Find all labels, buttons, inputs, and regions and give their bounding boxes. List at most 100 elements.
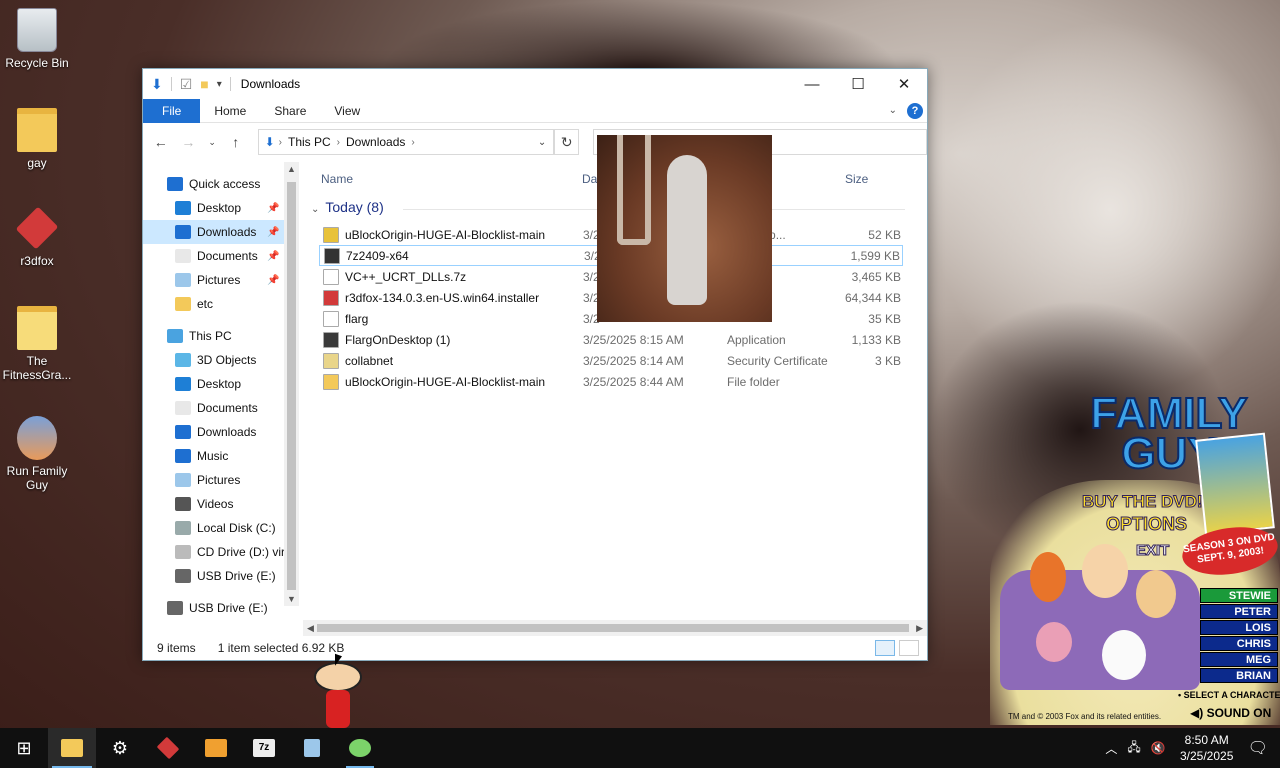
tab-share[interactable]: Share — [260, 99, 320, 123]
forward-button[interactable]: → — [181, 134, 197, 150]
nav-item[interactable]: Music — [143, 444, 299, 468]
desktop-icon-fitnessgram[interactable]: The FitnessGra... — [0, 306, 74, 382]
desktop-icon-gay-folder[interactable]: gay — [0, 108, 74, 170]
help-icon[interactable]: ? — [907, 102, 923, 119]
file-row[interactable]: collabnet 3/25/2025 8:14 AM Security Certi… — [319, 350, 903, 371]
nav-item-label: This PC — [189, 329, 232, 343]
nav-item[interactable]: Desktop — [143, 372, 299, 396]
nav-item[interactable]: Quick access — [143, 172, 299, 196]
nav-item[interactable]: Local Disk (C:) — [143, 516, 299, 540]
nav-item-label: Local Disk (C:) — [197, 521, 276, 535]
nav-item[interactable]: Pictures 📌 — [143, 268, 299, 292]
nav-item[interactable]: USB Drive (E:) — [143, 564, 299, 588]
file-name: VC++_UCRT_DLLs.7z — [345, 269, 467, 284]
nav-item-label: Desktop — [197, 377, 242, 391]
file-icon — [323, 310, 339, 327]
options-button[interactable]: OPTIONS — [1105, 514, 1187, 535]
character-meg-button[interactable]: MEG — [1200, 652, 1278, 667]
taskbar-7zip[interactable]: 7z — [240, 728, 288, 768]
refresh-button[interactable]: ↻ — [554, 129, 580, 155]
close-button[interactable]: ✕ — [881, 69, 927, 99]
nav-item-label: Pictures — [197, 273, 241, 287]
nav-item[interactable]: Videos — [143, 492, 299, 516]
breadcrumb-downloads[interactable]: Downloads — [340, 135, 411, 149]
nav-item[interactable]: Documents — [143, 396, 299, 420]
scroll-down-icon[interactable]: ▼ — [284, 594, 299, 604]
start-button[interactable]: ⊞ — [0, 728, 48, 768]
buy-dvd-button[interactable]: BUY THE DVD! — [1082, 492, 1204, 512]
column-header-size[interactable]: Size — [845, 168, 868, 190]
nav-item-label: Music — [197, 449, 229, 463]
recent-locations-icon[interactable]: ⌄ — [208, 137, 216, 148]
taskbar: ⊞ ⚙ 7z ︿ 🖧 🔇 8:50 AM 3/25/2025 🗨 — [0, 728, 1280, 768]
nav-item[interactable]: USB Drive (E:) — [143, 596, 299, 620]
file-name: r3dfox-134.0.3.en-US.win64.installer — [345, 290, 540, 305]
nav-item[interactable]: CD Drive (D:) virt — [143, 540, 299, 564]
scroll-up-icon[interactable]: ▲ — [284, 164, 299, 174]
new-folder-icon[interactable]: ■ — [200, 76, 208, 92]
character-stewie-button[interactable]: STEWIE — [1200, 588, 1278, 603]
nav-item[interactable]: Pictures — [143, 468, 299, 492]
desktop-icon-run-family-guy[interactable]: Run Family Guy — [0, 416, 74, 492]
file-name: collabnet — [345, 353, 394, 368]
breadcrumb-this-pc[interactable]: This PC — [282, 135, 337, 149]
tab-home[interactable]: Home — [200, 99, 260, 123]
file-row[interactable]: FlargOnDesktop (1) 3/25/2025 8:15 AM Appli… — [319, 329, 903, 350]
sound-toggle[interactable]: ◀) SOUND ON — [1190, 706, 1271, 720]
scrollbar-thumb[interactable] — [317, 624, 909, 632]
taskbar-r3dfox[interactable] — [144, 728, 192, 768]
nav-item[interactable]: Downloads 📌 — [143, 220, 299, 244]
item-count: 9 items — [157, 641, 196, 655]
address-dropdown-icon[interactable]: ⌄ — [531, 137, 553, 148]
clock[interactable]: 8:50 AM 3/25/2025 — [1176, 732, 1238, 764]
desktop-icon-recycle-bin[interactable]: Recycle Bin — [0, 8, 74, 70]
download-icon — [175, 425, 191, 439]
details-view-button[interactable] — [875, 640, 895, 656]
notifications-icon[interactable]: 🗨 — [1248, 738, 1268, 758]
character-peter-button[interactable]: PETER — [1200, 604, 1278, 619]
taskbar-notepad[interactable] — [288, 728, 336, 768]
file-row[interactable]: uBlockOrigin-HUGE-AI-Blocklist-main 3/25/… — [319, 371, 903, 392]
character-brian-button[interactable]: BRIAN — [1200, 668, 1278, 683]
column-header-name[interactable]: Name — [321, 168, 353, 190]
meg-image — [1036, 622, 1072, 662]
group-header[interactable]: ⌄ Today (8) — [311, 199, 384, 215]
expand-ribbon-icon[interactable]: ⌄ — [889, 105, 897, 116]
nav-item[interactable]: Downloads — [143, 420, 299, 444]
character-lois-button[interactable]: LOIS — [1200, 620, 1278, 635]
nav-item[interactable]: etc — [143, 292, 299, 316]
properties-icon[interactable]: ☑ — [180, 76, 193, 93]
taskbar-family-guy[interactable] — [336, 728, 384, 768]
large-icons-view-button[interactable] — [899, 640, 919, 656]
taskbar-settings[interactable]: ⚙ — [96, 728, 144, 768]
nav-item[interactable]: Documents 📌 — [143, 244, 299, 268]
exit-button[interactable]: EXIT — [1135, 542, 1169, 560]
desktop-icon-r3dfox[interactable]: r3dfox — [0, 206, 74, 268]
character-chris-button[interactable]: CHRIS — [1200, 636, 1278, 651]
address-bar[interactable]: ⬇ › This PC › Downloads › ⌄ — [257, 129, 555, 155]
volume-muted-icon[interactable]: 🔇 — [1151, 741, 1166, 755]
up-button[interactable]: ↑ — [228, 134, 244, 150]
taskbar-file-explorer[interactable] — [48, 728, 96, 768]
tab-view[interactable]: View — [320, 99, 374, 123]
back-button[interactable]: ← — [153, 134, 169, 150]
scroll-left-icon[interactable]: ◀ — [307, 620, 314, 636]
scroll-right-icon[interactable]: ▶ — [916, 620, 923, 636]
maximize-button[interactable]: ☐ — [835, 69, 881, 99]
minimize-button[interactable]: — — [789, 69, 835, 99]
horizontal-scrollbar[interactable]: ◀ ▶ — [303, 620, 927, 636]
customize-toolbar-icon[interactable]: ▾ — [217, 79, 222, 90]
taskbar-media-player[interactable] — [192, 728, 240, 768]
tab-file[interactable]: File — [143, 98, 201, 123]
network-icon[interactable]: 🖧 — [1127, 738, 1140, 759]
nav-item[interactable]: 3D Objects — [143, 348, 299, 372]
nav-item[interactable]: This PC — [143, 324, 299, 348]
nav-item-label: Quick access — [189, 177, 261, 191]
nav-item-label: Desktop — [197, 201, 242, 215]
scrollbar-thumb[interactable] — [287, 182, 296, 590]
nav-item[interactable]: Desktop 📌 — [143, 196, 299, 220]
nav-scrollbar[interactable]: ▲ ▼ — [284, 162, 299, 606]
r3dfox-icon — [156, 736, 180, 760]
show-hidden-icons-icon[interactable]: ︿ — [1105, 740, 1117, 757]
stewie-desktop-buddy[interactable] — [310, 662, 366, 728]
